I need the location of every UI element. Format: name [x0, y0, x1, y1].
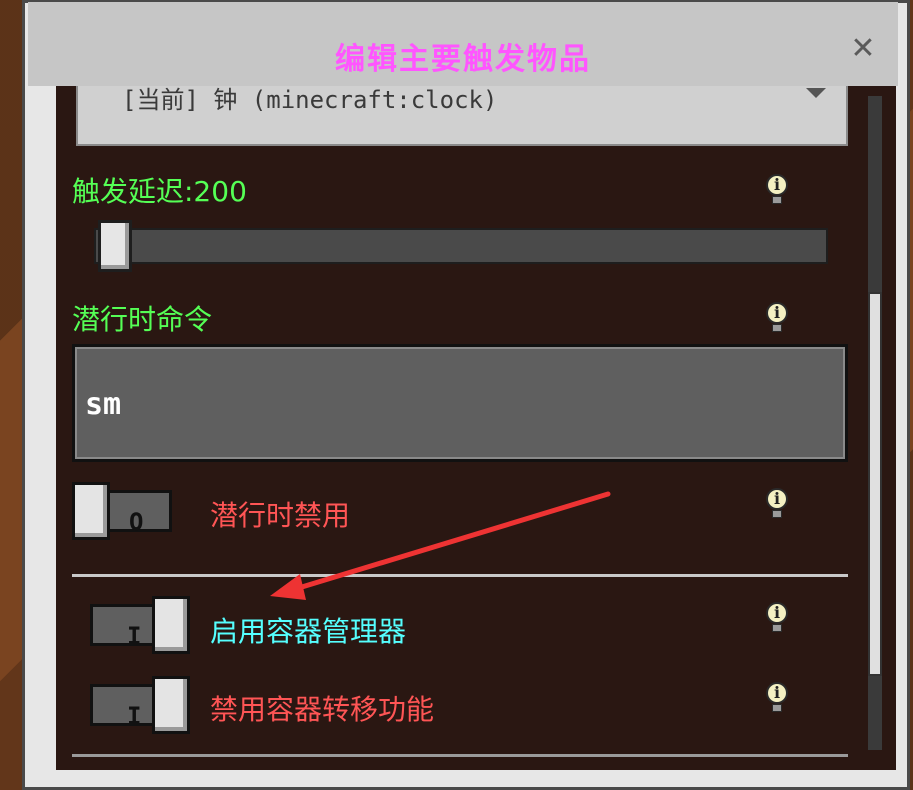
info-bulb-icon[interactable]: i: [766, 682, 788, 712]
close-icon[interactable]: ✕: [848, 34, 878, 64]
toggle-off-glyph: O: [129, 508, 144, 536]
dropdown-caret-icon: [806, 88, 826, 98]
section-divider: [72, 574, 848, 577]
trigger-delay-slider-track[interactable]: [94, 228, 828, 264]
container-transfer-toggle[interactable]: I: [86, 676, 190, 734]
trigger-delay-label: 触发延迟:200: [72, 175, 247, 208]
dialog-title: 编辑主要触发物品: [335, 42, 591, 77]
sneak-disable-toggle[interactable]: O: [72, 482, 176, 540]
dropdown-value: [当前] 钟 (minecraft:clock): [122, 86, 498, 114]
toggle-on-glyph: I: [127, 622, 142, 650]
sneak-command-value: sm: [85, 387, 122, 422]
toggle-knob: [152, 596, 190, 654]
container-manager-toggle[interactable]: I: [86, 596, 190, 654]
toggle-on-glyph: I: [127, 702, 142, 730]
dialog-title-bar: 编辑主要触发物品 ✕: [28, 2, 898, 86]
toggle-knob: [152, 676, 190, 734]
scrollbar-thumb[interactable]: [868, 292, 882, 676]
toggle-knob: [72, 482, 110, 540]
info-bulb-icon[interactable]: i: [766, 602, 788, 632]
info-bulb-icon[interactable]: i: [766, 174, 788, 204]
sneak-command-input[interactable]: sm: [72, 344, 848, 462]
sneak-disable-label: 潜行时禁用: [210, 499, 351, 532]
dialog-content: [当前] 钟 (minecraft:clock) 触发延迟:200 i 潜行时命…: [56, 86, 896, 770]
trigger-delay-slider-handle[interactable]: [98, 220, 132, 272]
bottom-divider: [72, 754, 848, 757]
info-bulb-icon[interactable]: i: [766, 302, 788, 332]
info-bulb-icon[interactable]: i: [766, 488, 788, 518]
container-transfer-label: 禁用容器转移功能: [210, 693, 435, 726]
container-manager-label: 启用容器管理器: [210, 615, 407, 648]
trigger-item-dropdown[interactable]: [当前] 钟 (minecraft:clock): [76, 86, 848, 146]
sneak-command-label: 潜行时命令: [72, 303, 213, 336]
